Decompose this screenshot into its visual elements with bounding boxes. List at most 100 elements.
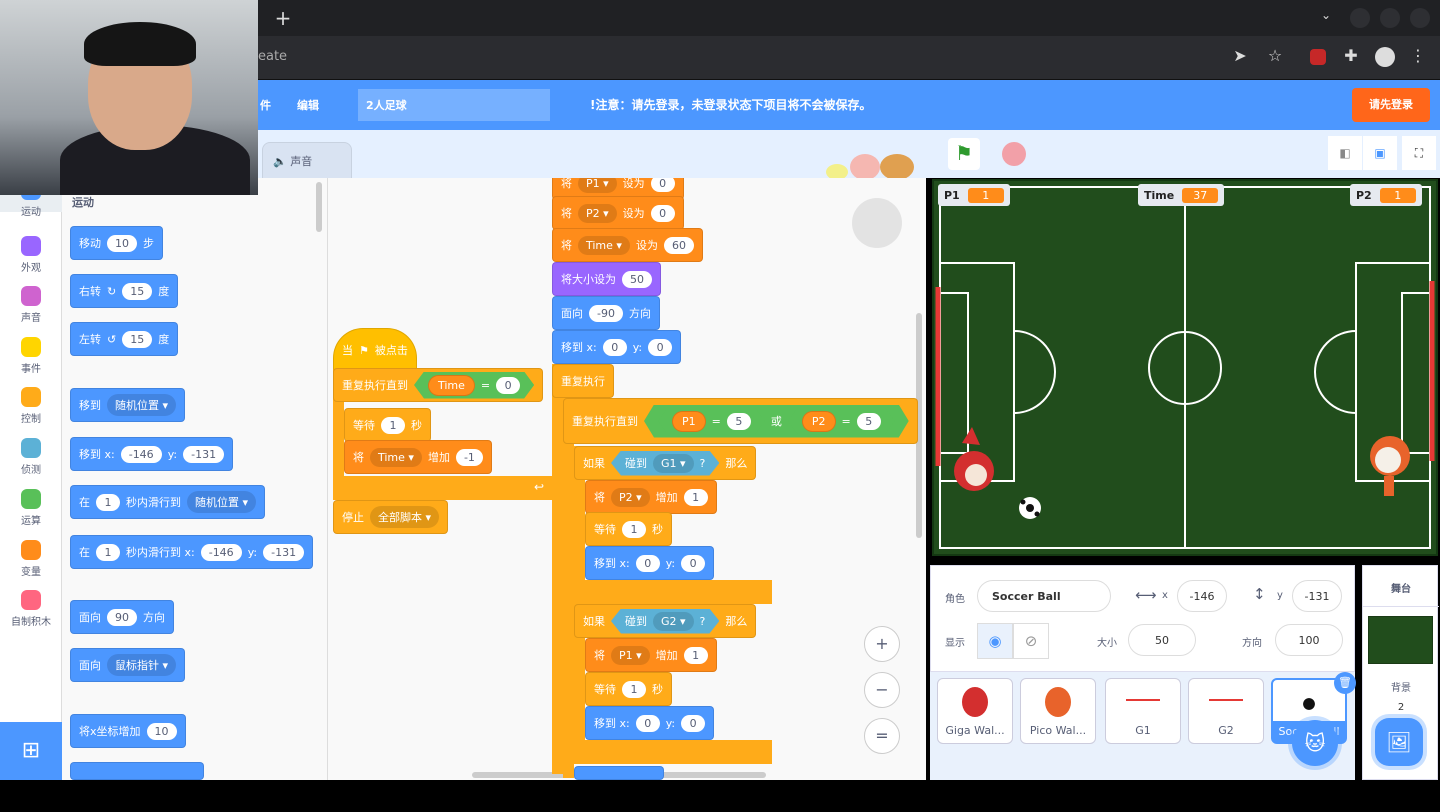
block-input[interactable]: -146 — [120, 445, 162, 463]
script-block[interactable]: 将 Time ▾ 设为 60 — [552, 228, 703, 262]
palette-block[interactable]: 移到 随机位置 ▾ — [70, 388, 186, 422]
script-block[interactable]: 重复执行 — [552, 364, 614, 398]
block-input[interactable]: 0 — [650, 204, 675, 222]
block-input[interactable]: 10 — [107, 234, 137, 252]
palette-block[interactable]: 在 1 秒内滑行到 随机位置 ▾ — [70, 485, 266, 519]
add-backdrop-button[interactable]: 🖼 — [1375, 718, 1423, 766]
category-3[interactable]: 事件 — [0, 337, 62, 375]
category-6[interactable]: 运算 — [0, 489, 62, 527]
variable-reporter[interactable]: P1 — [672, 411, 706, 432]
block-input[interactable]: 1 — [96, 543, 120, 561]
close-button[interactable] — [1410, 8, 1430, 28]
script-block[interactable]: 将 P2 ▾ 设为 0 — [552, 196, 684, 230]
block-input[interactable]: 1 — [622, 520, 646, 538]
profile-icon[interactable] — [1375, 47, 1395, 67]
y-input[interactable]: -131 — [1292, 580, 1342, 612]
address-text[interactable]: eate — [258, 49, 287, 64]
palette-block[interactable]: 移到 x: -146 y: -131 — [70, 437, 234, 471]
block-dropdown[interactable]: 全部脚本 ▾ — [370, 506, 440, 528]
boolean-block[interactable]: P2 = 5 — [788, 408, 895, 435]
palette-block[interactable]: 左转 ↺ 15 度 — [70, 322, 179, 356]
zoom-reset-button[interactable]: = — [864, 718, 900, 754]
script-block[interactable]: 将大小设为 50 — [552, 262, 661, 296]
boolean-block[interactable]: P1 = 5 或 P2 = 5 — [644, 405, 909, 438]
chevron-down-icon[interactable]: ⌄ — [1314, 8, 1338, 22]
block-dropdown[interactable]: 鼠标指针 ▾ — [107, 654, 177, 676]
add-extension-button[interactable]: ⊞ — [0, 722, 62, 780]
block-input[interactable]: -131 — [183, 445, 225, 463]
block-dropdown[interactable]: G2 ▾ — [653, 612, 694, 631]
edit-menu[interactable]: 编辑 — [297, 97, 319, 113]
block-input[interactable]: 0 — [496, 377, 520, 394]
sprite-tile[interactable]: Pico Wal... — [1020, 678, 1096, 744]
block-dropdown[interactable]: P1 ▾ — [578, 178, 617, 193]
script-block[interactable]: 将 P2 ▾ 增加 1 — [585, 480, 717, 514]
block-input[interactable]: 90 — [107, 608, 137, 626]
script-block[interactable]: 重复执行直到 P1 = 5 或 P2 = 5 — [563, 398, 918, 444]
script-block[interactable]: 将 P1 ▾ 增加 1 — [585, 638, 717, 672]
script-area[interactable]: + − = ↩ 将 P1 ▾ 设为 0 将 P2 ▾ 设为 0 将 Time ▾ 设为 60 将大小设为 5… — [328, 178, 926, 780]
category-7[interactable]: 变量 — [0, 540, 62, 578]
x-input[interactable]: -146 — [1177, 580, 1227, 612]
script-block[interactable]: 如果 碰到 G2 ▾? 那么 — [574, 604, 757, 638]
script-block[interactable]: 如果 碰到 G1 ▾? 那么 — [574, 446, 757, 480]
variable-reporter[interactable]: P2 — [802, 411, 836, 432]
script-block[interactable]: 移到 x: 0 y: 0 — [585, 706, 715, 740]
delete-sprite-icon[interactable]: 🗑 — [1334, 672, 1356, 694]
palette-block[interactable]: 在 1 秒内滑行到 x: -146 y: -131 — [70, 535, 314, 569]
block-input[interactable]: 1 — [622, 680, 646, 698]
palette-block-partial[interactable] — [70, 762, 204, 780]
block-dropdown[interactable]: P1 ▾ — [611, 645, 650, 665]
script-block[interactable]: 停止 全部脚本 ▾ — [333, 500, 449, 534]
sprite-tile[interactable]: G2 — [1188, 678, 1264, 744]
block-input[interactable]: 1 — [96, 493, 120, 511]
block-input[interactable]: -1 — [455, 448, 483, 466]
block-input[interactable]: 60 — [663, 236, 694, 254]
size-input[interactable]: 50 — [1128, 624, 1196, 656]
stop-button[interactable] — [1002, 142, 1026, 166]
boolean-block[interactable]: 碰到 G2 ▾? — [611, 609, 719, 634]
block-input[interactable]: -90 — [589, 304, 623, 322]
login-button[interactable]: 请先登录 — [1352, 88, 1430, 122]
new-tab-button[interactable]: + — [271, 6, 295, 30]
monitor-p1[interactable]: P1 1 — [938, 184, 1010, 206]
stage-thumbnail[interactable] — [1368, 616, 1433, 664]
block-input[interactable]: 1 — [683, 488, 708, 506]
block-dropdown[interactable]: G1 ▾ — [653, 454, 694, 473]
hide-eye-icon[interactable]: ⊘ — [1013, 623, 1049, 659]
block-dropdown[interactable]: Time ▾ — [370, 447, 422, 467]
project-title-input[interactable]: 2人足球 — [358, 89, 550, 121]
script-block-partial[interactable] — [574, 766, 664, 780]
green-flag-button[interactable]: ⚑ — [948, 138, 980, 170]
palette-block[interactable]: 面向 90 方向 — [70, 600, 174, 634]
puzzle-icon[interactable]: ✚ — [1339, 46, 1363, 65]
block-input[interactable]: 5 — [857, 413, 881, 430]
block-input[interactable]: -146 — [200, 543, 242, 561]
star-icon[interactable]: ☆ — [1263, 46, 1287, 65]
palette-block[interactable]: 将x坐标增加 10 — [70, 714, 186, 748]
large-stage-button[interactable]: ▣ — [1363, 136, 1397, 170]
monitor-time[interactable]: Time 37 — [1138, 184, 1225, 206]
block-input[interactable]: 50 — [622, 270, 652, 288]
category-8[interactable]: 自制积木 — [0, 590, 62, 628]
block-dropdown[interactable]: Time ▾ — [578, 235, 630, 255]
boolean-block[interactable]: 碰到 G1 ▾? — [611, 451, 719, 476]
menu-icon[interactable]: ⋮ — [1406, 46, 1430, 65]
sprite-tile[interactable]: Giga Wal... — [937, 678, 1013, 744]
block-input[interactable]: -131 — [263, 543, 305, 561]
block-input[interactable]: 15 — [122, 330, 153, 348]
tab-sounds[interactable]: 🔈 声音 — [262, 142, 352, 178]
block-dropdown[interactable]: P2 ▾ — [611, 487, 650, 507]
script-block[interactable]: 当 ⚑ 被点击 — [333, 328, 417, 372]
sprite-name-input[interactable]: Soccer Ball — [977, 580, 1111, 612]
small-stage-button[interactable]: ◧ — [1328, 136, 1362, 170]
show-eye-icon[interactable]: ◉ — [977, 623, 1013, 659]
block-input[interactable]: 5 — [727, 413, 751, 430]
script-block[interactable]: 移到 x: 0 y: 0 — [552, 330, 682, 364]
block-dropdown[interactable]: 随机位置 ▾ — [107, 394, 177, 416]
script-block[interactable]: 面向 -90 方向 — [552, 296, 660, 330]
block-input[interactable]: 10 — [146, 722, 177, 740]
palette-block[interactable]: 面向 鼠标指针 ▾ — [70, 648, 186, 682]
sprite-tile[interactable]: G1 — [1105, 678, 1181, 744]
block-input[interactable]: 0 — [635, 714, 660, 732]
